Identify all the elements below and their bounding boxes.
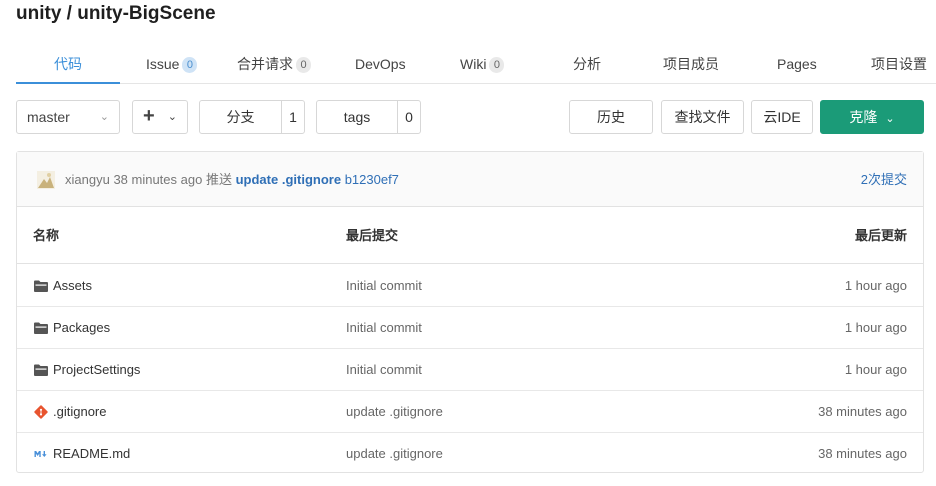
table-row[interactable]: Packages Initial commit 1 hour ago xyxy=(17,307,923,349)
add-dropdown-button[interactable]: + ⌄ xyxy=(132,100,188,134)
branches-button[interactable]: 分支 1 xyxy=(199,100,305,134)
plus-icon: + xyxy=(143,105,155,127)
table-row[interactable]: .gitignore update .gitignore 38 minutes … xyxy=(17,391,923,433)
file-updated-time: 1 hour ago xyxy=(844,320,907,335)
clone-label: 克隆 xyxy=(849,109,878,125)
header-last-commit: 最后提交 xyxy=(346,228,399,243)
tab-analytics[interactable]: 分析 xyxy=(573,44,601,84)
commit-action: 推送 xyxy=(205,172,232,187)
issue-count-badge: 0 xyxy=(182,57,198,73)
tags-button[interactable]: tags 0 xyxy=(316,100,421,134)
branch-select[interactable]: master ⌄ xyxy=(16,100,120,134)
file-browser: xiangyu 38 minutes ago 推送 update .gitign… xyxy=(16,151,924,473)
markdown-icon xyxy=(34,451,47,457)
git-icon xyxy=(34,405,48,419)
commit-count-link[interactable]: 2次提交 xyxy=(861,152,907,207)
commit-message-link[interactable]: update .gitignore xyxy=(236,172,341,187)
last-commit-bar: xiangyu 38 minutes ago 推送 update .gitign… xyxy=(17,152,923,207)
branches-label: 分支 xyxy=(200,101,282,133)
tab-settings[interactable]: 项目设置 xyxy=(871,44,927,84)
folder-icon xyxy=(34,322,48,334)
chevron-down-icon: ⌄ xyxy=(885,113,895,125)
file-commit-link[interactable]: update .gitignore xyxy=(346,433,443,475)
file-name-link[interactable]: ProjectSettings xyxy=(53,349,140,391)
commit-author[interactable]: xiangyu xyxy=(65,172,110,187)
commit-sha-link[interactable]: b1230ef7 xyxy=(345,172,399,187)
file-commit-link[interactable]: update .gitignore xyxy=(346,391,443,433)
folder-icon xyxy=(34,280,48,292)
file-updated-time: 1 hour ago xyxy=(844,278,907,293)
commit-info: xiangyu 38 minutes ago 推送 update .gitign… xyxy=(65,152,399,207)
tags-count: 0 xyxy=(405,109,413,125)
tab-merge-requests[interactable]: 合并请求 0 xyxy=(237,44,311,84)
branch-name: master xyxy=(27,109,70,125)
chevron-down-icon: ⌄ xyxy=(99,111,109,123)
cloud-ide-button[interactable]: 云IDE xyxy=(751,100,813,134)
clone-button[interactable]: 克隆 ⌄ xyxy=(820,100,924,134)
tags-label: tags xyxy=(317,101,398,133)
file-commit-link[interactable]: Initial commit xyxy=(346,307,422,349)
chevron-down-icon: ⌄ xyxy=(167,111,177,123)
tab-devops[interactable]: DevOps xyxy=(355,44,406,84)
tab-pages[interactable]: Pages xyxy=(777,44,817,84)
file-updated-time: 38 minutes ago xyxy=(818,404,907,419)
table-row[interactable]: README.md update .gitignore 38 minutes a… xyxy=(17,433,923,475)
file-commit-link[interactable]: Initial commit xyxy=(346,265,422,307)
repo-tabs: 代码 Issue 0 合并请求 0 DevOps Wiki 0 分析 项目成员 Pag… xyxy=(16,44,936,84)
file-updated-time: 1 hour ago xyxy=(844,362,907,377)
commit-time: 38 minutes ago xyxy=(113,172,203,187)
folder-icon xyxy=(34,364,48,376)
history-button[interactable]: 历史 xyxy=(569,100,653,134)
find-file-button[interactable]: 查找文件 xyxy=(661,100,744,134)
file-name-link[interactable]: Assets xyxy=(53,265,92,307)
avatar[interactable] xyxy=(37,171,55,189)
tab-issue[interactable]: Issue 0 xyxy=(146,44,198,84)
wiki-count-badge: 0 xyxy=(489,57,505,73)
branches-count: 1 xyxy=(289,109,297,125)
file-name-link[interactable]: README.md xyxy=(53,433,130,475)
file-commit-link[interactable]: Initial commit xyxy=(346,349,422,391)
header-last-updated: 最后更新 xyxy=(854,228,907,243)
tab-members[interactable]: 项目成员 xyxy=(663,44,719,84)
table-header: 名称 最后提交 最后更新 xyxy=(17,208,923,264)
tab-wiki[interactable]: Wiki 0 xyxy=(460,44,505,84)
file-name-link[interactable]: Packages xyxy=(53,307,110,349)
file-name-link[interactable]: .gitignore xyxy=(53,391,106,433)
tab-code[interactable]: 代码 xyxy=(16,44,120,84)
repo-title: unity / unity-BigScene xyxy=(16,3,216,24)
file-updated-time: 38 minutes ago xyxy=(818,446,907,461)
table-row[interactable]: ProjectSettings Initial commit 1 hour ag… xyxy=(17,349,923,391)
table-row[interactable]: Assets Initial commit 1 hour ago xyxy=(17,265,923,307)
header-name: 名称 xyxy=(33,228,60,243)
merge-count-badge: 0 xyxy=(296,57,311,73)
